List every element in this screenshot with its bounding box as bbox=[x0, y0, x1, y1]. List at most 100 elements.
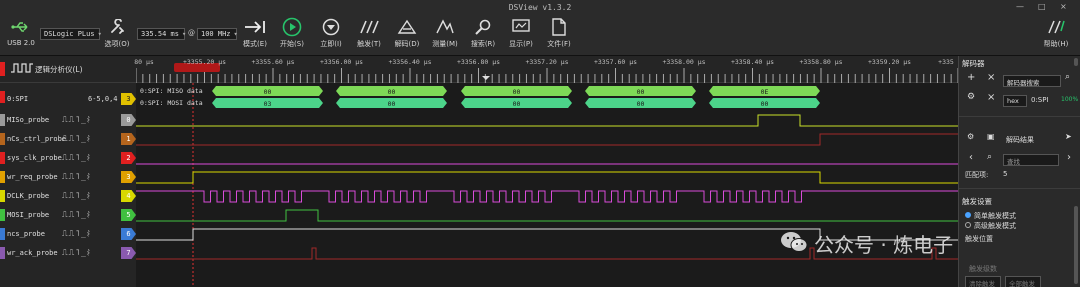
trigger-stage-label: 触发级数 bbox=[969, 265, 997, 273]
help-button[interactable]: 帮助(H) bbox=[1036, 17, 1076, 49]
add-decoder-button[interactable]: + bbox=[967, 72, 975, 83]
search-icon[interactable]: ⌕ bbox=[1065, 72, 1070, 82]
analyzer-label[interactable]: 逻辑分析仪(L) bbox=[35, 64, 83, 75]
next-result-button[interactable]: › bbox=[1067, 152, 1071, 163]
main-toolbar: DSView v1.3.2 — □ × USB 2.0 DSLogic PLus… bbox=[0, 0, 1080, 56]
decoder-search-input[interactable]: 解码器搜索 bbox=[1003, 75, 1061, 87]
panel-scrollbar[interactable] bbox=[1074, 206, 1078, 284]
trigger-panel-title: 触发设置 bbox=[962, 197, 992, 206]
channel-label-row[interactable]: ncs_probe ⎍⎍˥_⌇ 6 bbox=[0, 225, 136, 244]
sample-rate-select[interactable]: 100 MHz ▾ bbox=[197, 28, 238, 40]
ruler-tick-label: +3357.20 μs bbox=[525, 58, 569, 66]
ruler-tick-label: +3356.00 μs bbox=[319, 58, 364, 66]
options-button[interactable]: 选项(O) bbox=[102, 17, 132, 49]
trigger-selector[interactable]: ⎍⎍˥_⌇ bbox=[62, 210, 91, 220]
trigger-selector[interactable]: ⎍⎍˥_⌇ bbox=[62, 134, 91, 144]
delete-decoder-button[interactable]: × bbox=[987, 92, 995, 103]
decode-button[interactable]: 解码(D) bbox=[392, 17, 422, 49]
arrow-to-line-icon bbox=[240, 17, 270, 37]
channel-name: sys_clk_probe bbox=[7, 154, 62, 162]
device-button[interactable]: USB 2.0 bbox=[4, 17, 38, 47]
remove-decoder-button[interactable]: × bbox=[987, 72, 995, 83]
close-button[interactable]: × bbox=[1060, 2, 1067, 11]
channel-swatch bbox=[0, 209, 5, 221]
panel-scroll-top[interactable] bbox=[1074, 58, 1078, 66]
play-icon bbox=[277, 17, 307, 37]
panel-divider bbox=[959, 188, 1080, 189]
simple-mode-radio[interactable] bbox=[965, 212, 971, 218]
decoder-panel-title: 解码器 bbox=[962, 59, 985, 68]
window-title: DSView v1.3.2 bbox=[508, 3, 572, 12]
trigger-selector[interactable]: ⎍⎍˥_⌇ bbox=[62, 248, 91, 258]
panel-divider bbox=[959, 116, 1080, 117]
help-icon bbox=[1036, 17, 1076, 37]
trigger-label: 触发(T) bbox=[357, 40, 381, 48]
measure-icon bbox=[430, 17, 460, 37]
decoder-format-select[interactable]: hex bbox=[1003, 95, 1027, 107]
channel-label-row[interactable]: nCs_ctrl_probe ⎍⎍˥_⌇ 1 bbox=[0, 130, 136, 149]
results-title: 解码结果 bbox=[1006, 136, 1034, 144]
maximize-button[interactable]: □ bbox=[1038, 2, 1046, 11]
miso-value: 0E bbox=[761, 88, 769, 96]
channel-swatch bbox=[0, 228, 5, 240]
minimize-button[interactable]: — bbox=[1016, 2, 1024, 11]
decoder-num: 3 bbox=[121, 93, 136, 105]
trigger-marker bbox=[482, 76, 490, 80]
display-button[interactable]: 显示(P) bbox=[506, 17, 536, 49]
sample-depth-select[interactable]: 335.54 ms ▾ bbox=[137, 28, 186, 40]
channel-label-row[interactable]: MOSI_probe ⎍⎍˥_⌇ 5 bbox=[0, 206, 136, 225]
trigger-button[interactable]: 触发(T) bbox=[354, 17, 384, 49]
search-button[interactable]: 搜索(R) bbox=[468, 17, 498, 49]
wr-ack-waveform bbox=[136, 247, 958, 260]
start-label: 开始(S) bbox=[280, 40, 304, 48]
channel-label-row[interactable]: wr_req_probe ⎍⎍˥_⌇ 3 bbox=[0, 168, 136, 187]
channel-name: MISo_probe bbox=[7, 116, 50, 124]
clear-trigger-button[interactable]: 清除触发 bbox=[965, 276, 1001, 287]
options-label: 选项(O) bbox=[104, 40, 130, 48]
decode-icon bbox=[392, 17, 422, 37]
gear-icon[interactable]: ⚙ bbox=[967, 132, 974, 141]
decode-label: 解码(D) bbox=[394, 40, 420, 48]
trigger-selector[interactable]: ⎍⎍˥_⌇ bbox=[62, 191, 91, 201]
device-select[interactable]: DSLogic PLus ▾ bbox=[40, 28, 102, 40]
file-button[interactable]: 文件(F) bbox=[544, 17, 574, 49]
trigger-selector[interactable]: ⎍⎍˥_⌇ bbox=[62, 172, 91, 182]
instant-button[interactable]: 立即(I) bbox=[316, 17, 346, 49]
measure-button[interactable]: 测量(M) bbox=[430, 17, 460, 49]
decoder-channel-label[interactable]: 0:SPI 6-5,0,4 3 bbox=[0, 83, 136, 109]
result-search-input[interactable]: 查找 bbox=[1003, 154, 1059, 166]
miso-value: 00 bbox=[264, 88, 272, 96]
cursor-arrow-icon[interactable]: ➤ bbox=[1065, 132, 1072, 141]
save-icon[interactable]: ▣ bbox=[987, 132, 995, 141]
channel-name: ncs_probe bbox=[7, 230, 45, 238]
mosi-value: 03 bbox=[264, 100, 272, 108]
channel-name: MOSI_probe bbox=[7, 211, 50, 219]
advanced-mode-label: 高级触发模式 bbox=[974, 222, 1016, 230]
usb-icon bbox=[4, 17, 38, 37]
all-trigger-button[interactable]: 全部触发 bbox=[1005, 276, 1041, 287]
time-ruler[interactable]: 80 μs +3355.20 μs +3355.60 μs +3356.00 μs +3… bbox=[134, 56, 959, 83]
mode-button[interactable]: 模式(E) bbox=[240, 17, 270, 49]
miso-value: 00 bbox=[513, 88, 521, 96]
channel-label-row[interactable]: sys_clk_probe ⎍⎍˥_⌇ 2 bbox=[0, 149, 136, 168]
device-name: USB 2.0 bbox=[7, 39, 35, 47]
trigger-selector[interactable]: ⎍⎍˥_⌇ bbox=[62, 153, 91, 163]
ruler-tick-label: +3356.40 μs bbox=[388, 58, 432, 66]
ruler-tick-label: +3358.80 μs bbox=[799, 58, 843, 66]
waveform-area[interactable]: 0:SPI: MISO data 0:SPI: MOSI data 00 00 00 00… bbox=[136, 83, 958, 287]
trigger-selector[interactable]: ⎍⎍˥_⌇ bbox=[62, 115, 91, 125]
channel-name: wr_req_probe bbox=[7, 173, 58, 181]
prev-result-button[interactable]: ‹ bbox=[969, 152, 973, 163]
gear-icon[interactable]: ⚙ bbox=[967, 92, 975, 102]
channel-label-row[interactable]: DCLK_probe ⎍⎍˥_⌇ 4 bbox=[0, 187, 136, 206]
at-symbol: @ bbox=[188, 29, 195, 37]
advanced-mode-radio[interactable] bbox=[965, 222, 971, 228]
sample-depth-value: 335.54 ms bbox=[141, 30, 179, 38]
mosi-value: 00 bbox=[761, 100, 769, 108]
trigger-selector[interactable]: ⎍⎍˥_⌇ bbox=[62, 229, 91, 239]
channel-label-row[interactable]: wr_ack_probe ⎍⎍˥_⌇ 7 bbox=[0, 244, 136, 263]
channel-label-row[interactable]: MISo_probe ⎍⎍˥_⌇ 0 bbox=[0, 111, 136, 130]
wrench-icon bbox=[102, 17, 132, 37]
start-button[interactable]: 开始(S) bbox=[277, 17, 307, 49]
ruler-tick-label: +3356.80 μs bbox=[456, 58, 501, 66]
